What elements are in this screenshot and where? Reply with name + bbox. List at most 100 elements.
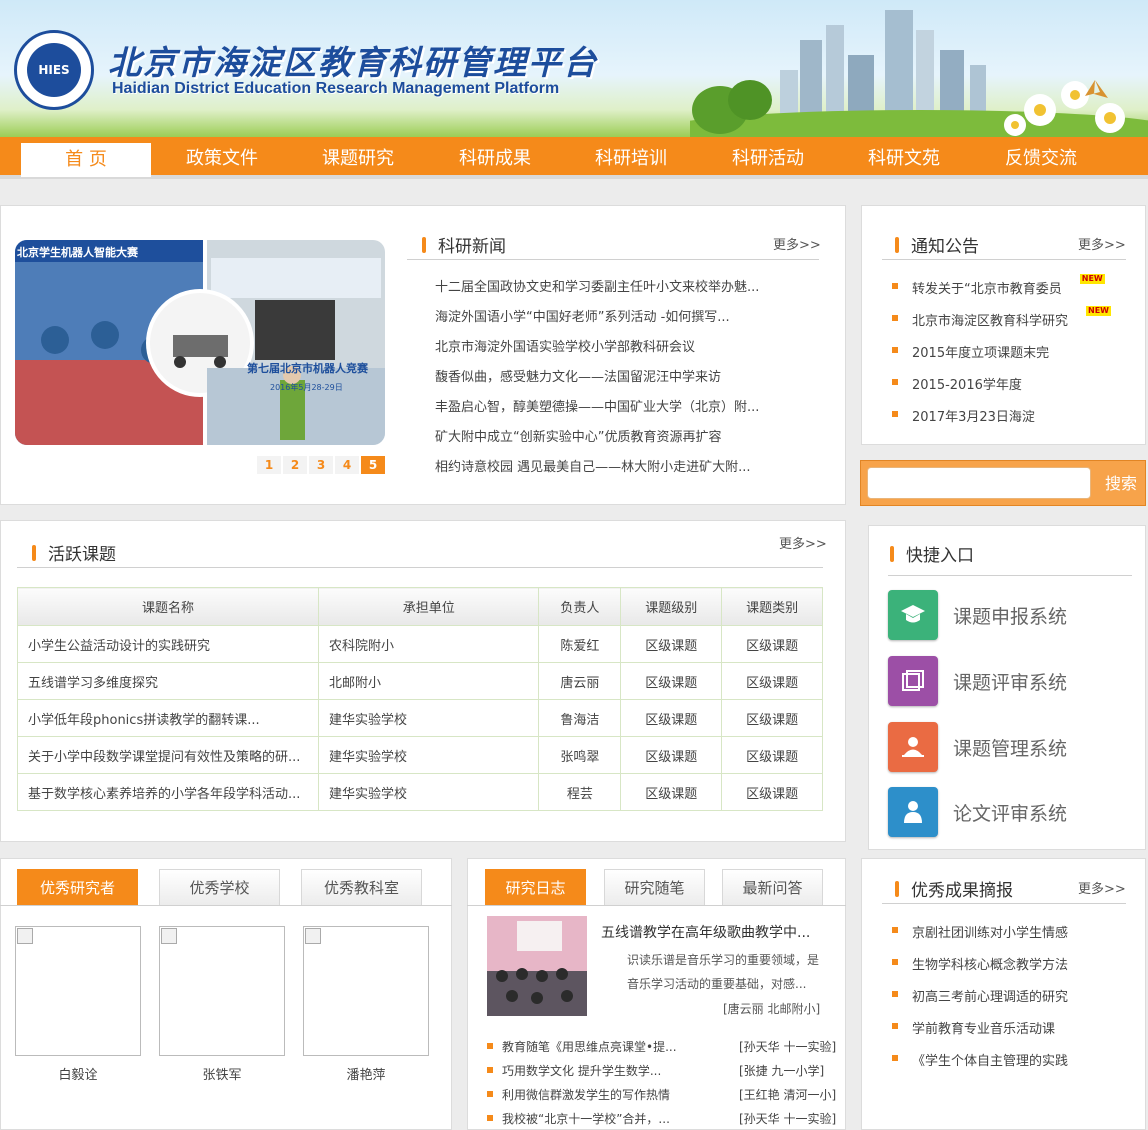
- slide-page-1[interactable]: 1: [257, 456, 281, 474]
- news-item[interactable]: 十二届全国政协文史和学习委副主任叶小文来校举办魅...: [435, 276, 759, 306]
- header-banner: HIES 北京市海淀区教育科研管理平台 Haidian District Edu…: [0, 0, 1148, 137]
- tab-latest-qa[interactable]: 最新问答: [722, 869, 823, 905]
- notice-item[interactable]: 转发关于“北京市教育委员 NEW: [891, 274, 1111, 310]
- site-subtitle: Haidian District Education Research Mana…: [112, 80, 560, 97]
- slide-page-3[interactable]: 3: [309, 456, 333, 474]
- notice-more-link[interactable]: 更多>>: [1078, 234, 1126, 253]
- diary-item-title: 我校被“北京十一学校”合并，...: [502, 1111, 670, 1126]
- logo[interactable]: HIES: [14, 30, 94, 110]
- list-item[interactable]: 巧用数学文化 提升学生数学... [张捷 九一小学]: [487, 1058, 836, 1082]
- search-button[interactable]: 搜索: [1097, 467, 1145, 501]
- tab-research-notes[interactable]: 研究随笔: [604, 869, 705, 905]
- column-header: 课题级别: [620, 587, 723, 626]
- slide-page-5[interactable]: 5: [361, 456, 385, 474]
- project-owner: 唐云丽: [538, 662, 622, 700]
- slide-caption-top: 北京学生机器人智能大赛: [17, 246, 138, 259]
- news-slideshow-image[interactable]: 北京学生机器人智能大赛 第七届北京市机器人竞赛 2016年5月28-29日: [15, 240, 385, 445]
- notice-item[interactable]: 北京市海淀区教育科学研究 NEW: [891, 306, 1111, 342]
- nav-item-training[interactable]: 科研培训: [566, 137, 696, 177]
- nav-item-achievements[interactable]: 科研成果: [430, 137, 560, 177]
- achievement-text: 京剧社团训练对小学生情感: [912, 926, 1069, 941]
- achievement-text: 《学生个体自主管理的实践: [912, 1054, 1069, 1069]
- tab-research-log[interactable]: 研究日志: [485, 869, 586, 905]
- nav-item-literature[interactable]: 科研文苑: [839, 137, 969, 177]
- tab-schools[interactable]: 优秀学校: [159, 869, 280, 905]
- news-item[interactable]: 丰盈启心智，醇美塑德操——中国矿业大学（北京）附...: [435, 396, 759, 426]
- list-item[interactable]: 初高三考前心理调适的研究: [891, 986, 1068, 1018]
- column-header: 承担单位: [317, 587, 540, 626]
- divider: [0, 905, 452, 906]
- news-item[interactable]: 馥香似曲，感受魅力文化——法国留泥汪中学来访: [435, 366, 759, 396]
- divider: [882, 259, 1126, 260]
- notice-text: 北京市海淀区教育科学研究: [912, 314, 1069, 329]
- quick-entry-paper-review[interactable]: 论文评审系统: [888, 787, 1067, 837]
- logo-mark: HIES: [27, 43, 81, 97]
- table-row[interactable]: 小学生公益活动设计的实践研究 农科院附小 陈爱红 区级课题 区级课题: [17, 625, 823, 663]
- nav-item-activities[interactable]: 科研活动: [703, 137, 833, 177]
- search-input[interactable]: [867, 467, 1091, 499]
- table-row[interactable]: 小学低年段phonics拼读教学的翻转课... 建华实验学校 鲁海洁 区级课题 …: [17, 699, 823, 737]
- quick-entry-apply[interactable]: 课题申报系统: [888, 590, 1067, 640]
- list-item[interactable]: 利用微信群激发学生的写作热情 [王红艳 清河一小]: [487, 1082, 836, 1106]
- achievements-more-link[interactable]: 更多>>: [1078, 878, 1126, 897]
- bullet-icon: [487, 1067, 493, 1073]
- slide-page-4[interactable]: 4: [335, 456, 359, 474]
- section-marker: [422, 236, 426, 253]
- news-item[interactable]: 海淀外国语小学“中国好老师”系列活动 -如何撰写...: [435, 306, 759, 336]
- list-item[interactable]: 《学生个体自主管理的实践: [891, 1050, 1068, 1082]
- project-level: 区级课题: [620, 699, 723, 737]
- graduation-cap-icon: [888, 590, 938, 640]
- project-name[interactable]: 小学低年段phonics拼读教学的翻转课...: [17, 699, 319, 737]
- divider: [407, 259, 819, 260]
- notice-item[interactable]: 2017年3月23日海淀: [891, 406, 1111, 438]
- slideshow-photo: [15, 240, 385, 445]
- quick-entry-label: 课题申报系统: [953, 605, 1068, 628]
- person-card[interactable]: 潘艳萍: [303, 926, 429, 1083]
- nav-item-home[interactable]: 首 页: [21, 143, 151, 177]
- table-row[interactable]: 五线谱学习多维度探究 北邮附小 唐云丽 区级课题 区级课题: [17, 662, 823, 700]
- slide-page-2[interactable]: 2: [283, 456, 307, 474]
- news-item[interactable]: 北京市海淀外国语实验学校小学部教科研会议: [435, 336, 759, 366]
- quick-entry-review[interactable]: 课题评审系统: [888, 656, 1067, 706]
- notice-title: 通知公告: [911, 237, 979, 257]
- diary-item-title: 巧用数学文化 提升学生数学...: [502, 1063, 662, 1078]
- nav-item-policy[interactable]: 政策文件: [157, 137, 287, 177]
- diary-featured-title[interactable]: 五线谱教学在高年级歌曲教学中...: [601, 922, 810, 942]
- project-name[interactable]: 小学生公益活动设计的实践研究: [17, 625, 319, 663]
- list-item[interactable]: 我校被“北京十一学校”合并，... [孙天华 十一实验]: [487, 1106, 836, 1130]
- table-row[interactable]: 关于小学中段数学课堂提问有效性及策略的研... 建华实验学校 张鸣翠 区级课题 …: [17, 736, 823, 774]
- diary-item-author: [张捷 九一小学]: [739, 1063, 825, 1078]
- nav-item-projects[interactable]: 课题研究: [293, 137, 423, 177]
- notice-item[interactable]: 2015年度立项课题末完: [891, 342, 1111, 374]
- quick-entry-management[interactable]: 课题管理系统: [888, 722, 1067, 772]
- divider: [888, 575, 1132, 576]
- list-item[interactable]: 学前教育专业音乐活动课: [891, 1018, 1068, 1050]
- project-owner: 张鸣翠: [538, 736, 622, 774]
- project-name[interactable]: 五线谱学习多维度探究: [17, 662, 319, 700]
- project-level: 区级课题: [620, 736, 723, 774]
- column-header: 负责人: [538, 587, 622, 626]
- list-item[interactable]: 教育随笔《用思维点亮课堂•提... [孙天华 十一实验]: [487, 1034, 836, 1058]
- list-item[interactable]: 京剧社团训练对小学生情感: [891, 922, 1068, 954]
- notice-item[interactable]: 2015-2016学年度: [891, 374, 1111, 406]
- diary-featured-summary: 识读乐谱是音乐学习的重要领域，是音乐学习活动的重要基础，对感...: [627, 953, 820, 991]
- projects-more-link[interactable]: 更多>>: [779, 533, 827, 552]
- person-card[interactable]: 白毅诠: [15, 926, 141, 1083]
- new-badge: NEW: [1086, 306, 1111, 316]
- list-item[interactable]: 生物学科核心概念教学方法: [891, 954, 1068, 986]
- tab-research-offices[interactable]: 优秀教科室: [301, 869, 422, 905]
- person-card[interactable]: 张铁军: [159, 926, 285, 1083]
- person-photo: [303, 926, 429, 1056]
- table-row[interactable]: 基于数学核心素养培养的小学各年段学科活动... 建华实验学校 程芸 区级课题 区…: [17, 773, 823, 811]
- project-name[interactable]: 关于小学中段数学课堂提问有效性及策略的研...: [17, 736, 319, 774]
- notice-header: 通知公告: [895, 232, 979, 257]
- tab-researchers[interactable]: 优秀研究者: [17, 869, 138, 905]
- project-unit: 建华实验学校: [317, 699, 540, 737]
- bullet-icon: [892, 959, 898, 965]
- nav-item-feedback[interactable]: 反馈交流: [976, 137, 1106, 177]
- news-item[interactable]: 矿大附中成立“创新实验中心”优质教育资源再扩容: [435, 426, 759, 456]
- news-item[interactable]: 相约诗意校园 遇见最美自己——林大附小走进矿大附...: [435, 456, 759, 486]
- news-more-link[interactable]: 更多>>: [773, 234, 821, 253]
- diary-featured-photo[interactable]: [487, 916, 587, 1016]
- project-name[interactable]: 基于数学核心素养培养的小学各年段学科活动...: [17, 773, 319, 811]
